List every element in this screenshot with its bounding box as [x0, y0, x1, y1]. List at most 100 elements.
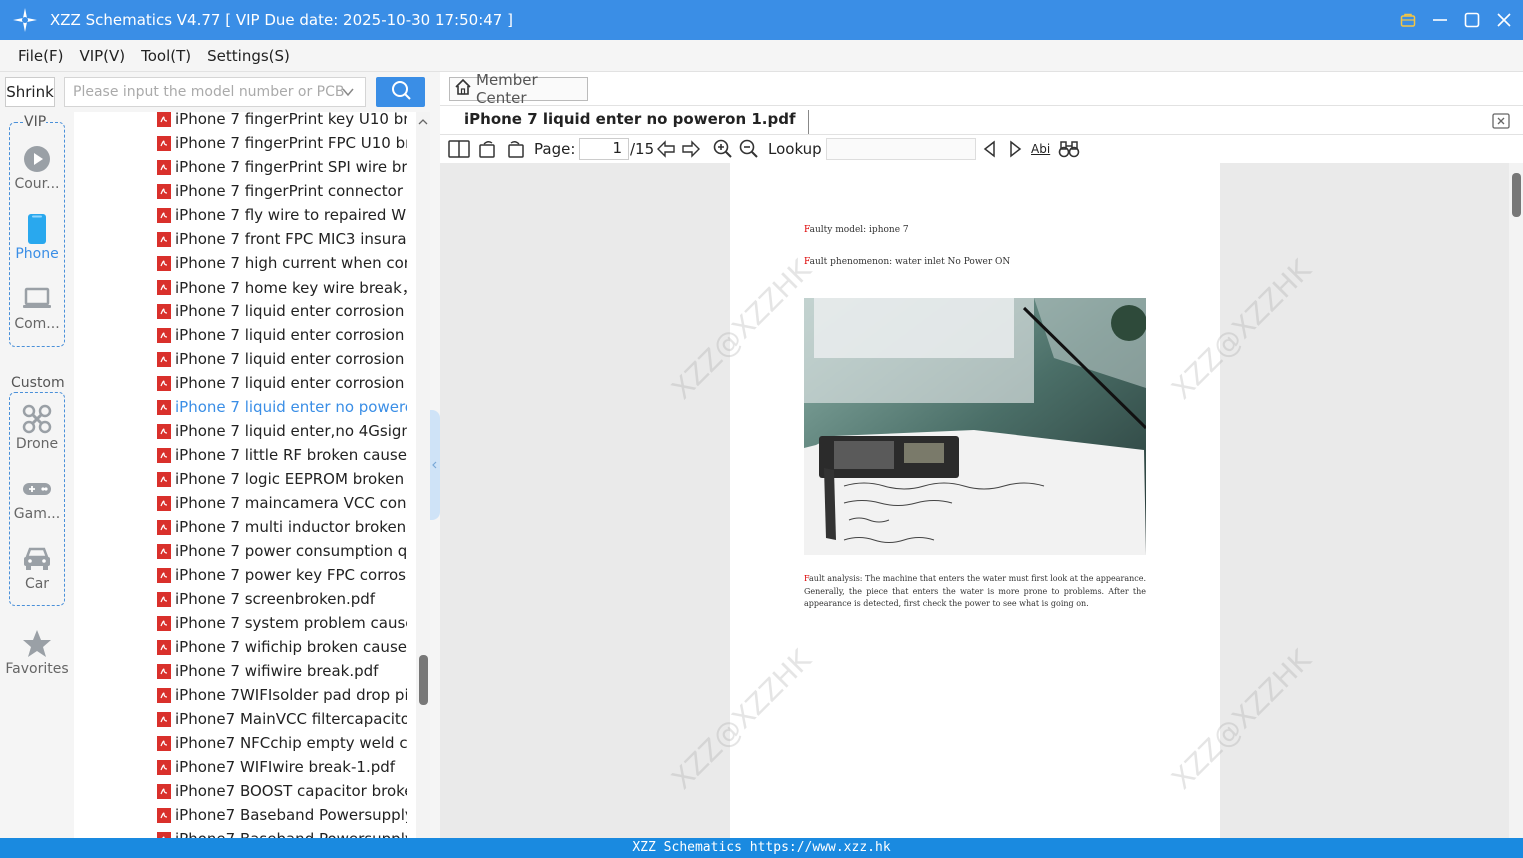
file-name: iPhone 7 wifiwire break.pdf	[175, 662, 379, 680]
maximize-button[interactable]	[1463, 11, 1481, 29]
file-list-item[interactable]: iPhone 7 fingerPrint SPI wire break	[157, 155, 407, 179]
pdf-scrollbar[interactable]	[1509, 163, 1523, 838]
pdf-scroll-thumb[interactable]	[1512, 173, 1521, 217]
next-page-icon[interactable]	[681, 138, 701, 160]
rotate-left-icon[interactable]	[478, 138, 498, 160]
rotate-right-icon[interactable]	[505, 138, 525, 160]
chevron-down-icon[interactable]	[341, 85, 355, 103]
laptop-icon	[0, 282, 74, 316]
file-list-item[interactable]: iPhone 7WIFIsolder pad drop pin c	[157, 683, 407, 707]
pdf-file-icon	[157, 255, 171, 271]
file-list-item[interactable]: iPhone 7 liquid enter corrosion no	[157, 347, 407, 371]
lookup-input[interactable]	[826, 138, 976, 160]
file-list-item[interactable]: iPhone 7 liquid enter corrosion NO	[157, 299, 407, 323]
nav-label: Favorites	[5, 661, 69, 677]
page-number-input[interactable]: 1	[579, 138, 629, 160]
find-next-icon[interactable]	[1007, 138, 1023, 160]
nav-label: Drone	[15, 436, 59, 452]
menu-file[interactable]: File(F)	[18, 47, 63, 65]
file-list-item[interactable]: iPhone 7 wifichip broken cause fa	[157, 635, 407, 659]
file-list-scrollbar[interactable]	[416, 112, 430, 838]
document-tab[interactable]: iPhone 7 liquid enter no poweron 1.pdf	[452, 110, 809, 134]
file-name: iPhone7 NFCchip empty weld cau	[175, 734, 407, 752]
file-list-item[interactable]: iPhone 7 liquid enter no poweron	[157, 395, 407, 419]
file-list-item[interactable]: iPhone 7 system problem cause wh	[157, 611, 407, 635]
file-name: iPhone 7 liquid enter,no 4Gsignal.p	[175, 422, 407, 440]
file-name: iPhone 7 fly wire to repaired WiFi s	[175, 206, 407, 224]
nav-favorites[interactable]: Favorites	[0, 627, 74, 677]
previous-page-icon[interactable]	[656, 138, 676, 160]
file-list-scroll-thumb[interactable]	[419, 655, 428, 705]
document-panel: Member Center iPhone 7 liquid enter no p…	[440, 71, 1523, 838]
car-icon	[0, 542, 74, 576]
file-list-item[interactable]: iPhone 7 logic EEPROM broken ca	[157, 467, 407, 491]
zoom-out-icon[interactable]	[739, 138, 759, 160]
file-name: iPhone 7 fingerPrint connector wire	[175, 182, 407, 200]
panel-splitter[interactable]	[430, 72, 440, 838]
pdf-file-icon	[157, 759, 171, 775]
file-list-item[interactable]: iPhone7 Baseband Powersupply ca	[157, 827, 407, 838]
file-list-item[interactable]: iPhone 7 liquid enter corrosion no	[157, 371, 407, 395]
file-list-item[interactable]: iPhone7 BOOST capacitor broken	[157, 779, 407, 803]
nav-label: Cour...	[14, 176, 60, 192]
file-list-item[interactable]: iPhone7 NFCchip empty weld cau	[157, 731, 407, 755]
file-list-item[interactable]: iPhone 7 fingerPrint key U10 broken	[157, 112, 407, 131]
file-list-item[interactable]: iPhone 7 high current when connec	[157, 251, 407, 275]
pdf-file-icon	[157, 351, 171, 367]
file-name: iPhone 7 wifichip broken cause fa	[175, 638, 407, 656]
shrink-button[interactable]: Shrink	[5, 77, 55, 107]
file-list-item[interactable]: iPhone7 WIFIwire break-1.pdf	[157, 755, 395, 779]
search-input[interactable]: Please input the model number or PCB	[64, 77, 366, 107]
file-list-item[interactable]: iPhone 7 power key FPC corrosion	[157, 563, 407, 587]
match-case-button[interactable]: Abi	[1031, 138, 1050, 160]
nav-computer[interactable]: Com...	[0, 282, 74, 332]
file-list-item[interactable]: iPhone 7 multi inductor broken ca	[157, 515, 407, 539]
status-bar: XZZ Schematics https://www.xzz.hk	[0, 838, 1523, 858]
file-list-item[interactable]: iPhone 7 screenbroken.pdf	[157, 587, 375, 611]
binoculars-icon[interactable]	[1058, 138, 1080, 160]
vip-bag-icon[interactable]	[1399, 11, 1417, 29]
member-center-button[interactable]: Member Center	[449, 71, 588, 107]
file-name: iPhone 7 little RF broken causeNO	[175, 446, 407, 464]
file-list-item[interactable]: iPhone7 Baseband Powersupply b	[157, 803, 407, 827]
file-list-item[interactable]: iPhone 7 power consumption quic	[157, 539, 407, 563]
file-list-item[interactable]: iPhone 7 fingerPrint connector wire	[157, 179, 407, 203]
page-label: Page:	[534, 140, 576, 158]
file-name: iPhone 7 liquid enter corrosion NO	[175, 302, 407, 320]
zoom-in-icon[interactable]	[713, 138, 733, 160]
nav-courses[interactable]: Cour...	[0, 142, 74, 192]
file-list-item[interactable]: iPhone 7 wifiwire break.pdf	[157, 659, 378, 683]
search-placeholder: Please input the model number or PCB	[73, 84, 345, 100]
find-previous-icon[interactable]	[982, 138, 998, 160]
pdf-file-icon	[157, 447, 171, 463]
nav-games[interactable]: Gam...	[0, 472, 74, 522]
pdf-file-icon	[157, 303, 171, 319]
file-name: iPhone 7 power consumption quic	[175, 542, 407, 560]
file-list-item[interactable]: iPhone 7 fly wire to repaired WiFi s	[157, 203, 407, 227]
menu-tool[interactable]: Tool(T)	[141, 47, 191, 65]
file-list-item[interactable]: iPhone 7 fingerPrint FPC U10 broken	[157, 131, 407, 155]
file-list-item[interactable]: iPhone 7 liquid enter corrosion cau	[157, 323, 407, 347]
nav-drone[interactable]: Drone	[0, 402, 74, 452]
collapse-handle[interactable]	[430, 410, 440, 520]
nav-phone[interactable]: Phone	[0, 212, 74, 262]
search-button[interactable]	[376, 77, 425, 107]
minimize-button[interactable]	[1431, 11, 1449, 29]
file-list-item[interactable]: iPhone 7 home key wire break，W	[157, 275, 407, 299]
close-tab-icon[interactable]	[1491, 111, 1511, 135]
file-list-item[interactable]: iPhone 7 maincamera VCC convert	[157, 491, 407, 515]
file-list-item[interactable]: iPhone 7 front FPC MIC3 insurance	[157, 227, 407, 251]
file-list-item[interactable]: iPhone 7 little RF broken causeNO	[157, 443, 407, 467]
file-list-item[interactable]: iPhone 7 liquid enter,no 4Gsignal.p	[157, 419, 407, 443]
pdf-viewer[interactable]: Faulty model: iphone 7 Fault phenomenon:…	[440, 163, 1523, 838]
menu-settings[interactable]: Settings(S)	[207, 47, 290, 65]
nav-car[interactable]: Car	[0, 542, 74, 592]
file-name: iPhone7 MainVCC filtercapacitor	[175, 710, 407, 728]
two-page-view-icon[interactable]	[448, 138, 470, 160]
close-button[interactable]	[1495, 11, 1513, 29]
menu-vip[interactable]: VIP(V)	[79, 47, 125, 65]
nav-label: Phone	[15, 246, 59, 262]
file-name: iPhone 7 multi inductor broken ca	[175, 518, 407, 536]
file-list-item[interactable]: iPhone7 MainVCC filtercapacitor	[157, 707, 407, 731]
pdf-file-icon	[157, 399, 171, 415]
